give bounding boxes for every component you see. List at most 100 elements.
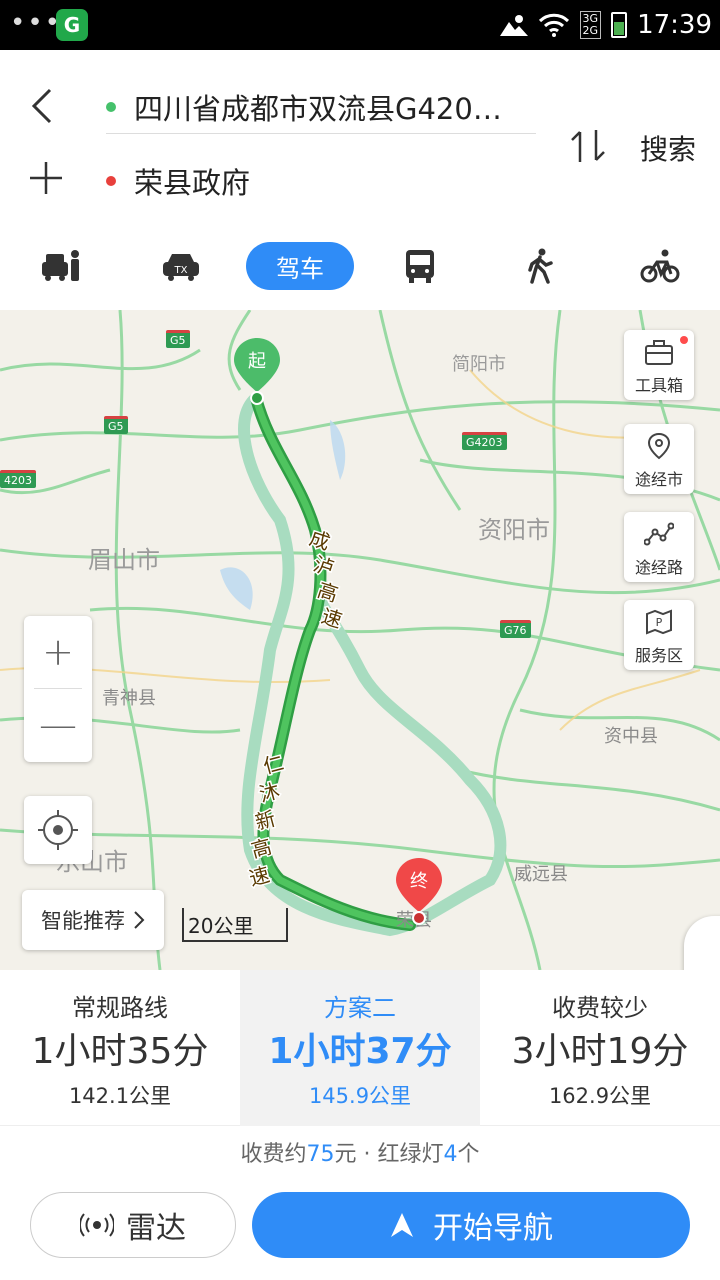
route-info: 收费约75元 · 红绿灯4个	[0, 1136, 720, 1176]
route-header: 四川省成都市双流县G420… 荣县政府 搜索 TX 驾车	[0, 50, 720, 310]
end-marker-label: 终	[410, 871, 428, 892]
via-city-button[interactable]: 途经市	[624, 424, 694, 494]
taxi-tab[interactable]: TX	[156, 236, 206, 296]
bike-tab[interactable]	[636, 236, 684, 296]
bus-tab[interactable]	[398, 236, 442, 296]
svg-text:速: 速	[247, 862, 273, 890]
route-options: 常规路线 1小时35分 142.1公里 方案二 1小时37分 145.9公里 收…	[0, 970, 720, 1126]
radar-button[interactable]: 雷达	[30, 1192, 236, 1258]
toolbox-button[interactable]: 工具箱	[624, 330, 694, 400]
taxi-share-icon	[42, 250, 79, 281]
clock: 17:39	[637, 10, 712, 40]
svg-text:成: 成	[307, 526, 333, 555]
app-icon: G	[56, 9, 88, 41]
chevron-right-icon	[134, 911, 145, 929]
svg-text:泸: 泸	[311, 552, 337, 581]
svg-text:高: 高	[315, 578, 341, 607]
svg-text:速: 速	[319, 604, 345, 630]
transport-mode-bar: TX 驾车	[0, 236, 720, 296]
route-path-icon	[643, 522, 675, 546]
wifi-icon	[538, 13, 569, 37]
toolbox-icon	[645, 340, 673, 365]
route-time: 1小时35分	[31, 1031, 209, 1072]
route-option-1[interactable]: 方案二 1小时37分 145.9公里	[240, 970, 480, 1126]
crosshair-icon	[38, 810, 78, 850]
end-marker-icon[interactable]: 终	[394, 856, 444, 928]
search-button[interactable]: 搜索	[640, 128, 696, 168]
highway-shield: G5	[104, 416, 128, 434]
zoom-out-button[interactable]: —	[24, 689, 92, 761]
toll-prefix: 收费约	[240, 1142, 307, 1167]
battery-icon	[611, 12, 628, 38]
highway-shield: G4203	[462, 432, 507, 450]
svg-text:TX: TX	[174, 265, 188, 276]
add-waypoint-button[interactable]	[28, 160, 68, 200]
via-road-button[interactable]: 途经路	[624, 512, 694, 582]
tool-label: 服务区	[634, 646, 683, 665]
smart-recommend-label: 智能推荐	[41, 909, 125, 933]
route-name: 方案二	[324, 994, 396, 1022]
status-bar: ••• G 3G 2G 17:39	[0, 0, 720, 50]
notification-dots: •••	[10, 8, 63, 38]
route-label-renmu: 仁 沐 新 高 速	[245, 750, 288, 890]
locate-button[interactable]	[24, 796, 92, 864]
tool-label: 途经路	[634, 558, 683, 577]
svg-text:沐: 沐	[257, 778, 283, 806]
svg-text:高: 高	[249, 834, 275, 862]
walk-tab[interactable]	[518, 236, 562, 296]
zoom-control: + —	[24, 616, 92, 762]
chevron-left-icon	[31, 88, 52, 124]
zoom-in-button[interactable]: +	[24, 616, 92, 688]
notification-dot	[680, 336, 688, 344]
svg-text:新: 新	[253, 806, 279, 834]
start-navigation-label: 开始导航	[433, 1211, 553, 1246]
tool-label: 途经市	[634, 470, 683, 489]
info-suffix: 个	[457, 1142, 480, 1167]
back-button[interactable]	[28, 86, 68, 126]
route-time: 1小时37分	[268, 1031, 452, 1072]
photo-icon	[499, 15, 528, 36]
map-scale: 20公里	[182, 908, 288, 942]
start-dot-icon	[106, 101, 116, 112]
service-area-icon: P	[646, 609, 672, 635]
start-marker-icon[interactable]: 起	[232, 336, 282, 406]
map-label: 资阳市	[478, 516, 550, 544]
swap-icon[interactable]	[566, 124, 610, 168]
service-area-button[interactable]: P 服务区	[624, 600, 694, 670]
toll-amount: 75	[306, 1142, 335, 1167]
route-option-2[interactable]: 收费较少 3小时19分 162.9公里	[480, 970, 720, 1126]
route-name: 常规路线	[72, 994, 168, 1022]
network-indicator: 3G 2G	[579, 11, 602, 39]
info-mid: 元 · 红绿灯	[334, 1142, 444, 1167]
route-distance: 162.9公里	[548, 1084, 652, 1108]
driving-tab[interactable]: 驾车	[246, 242, 354, 290]
map-label: 简阳市	[452, 354, 506, 375]
start-location-field[interactable]: 四川省成都市双流县G420…	[106, 80, 536, 134]
navigation-arrow-icon	[391, 1213, 413, 1237]
bike-icon	[640, 249, 680, 283]
route-name: 收费较少	[552, 994, 648, 1022]
map-label: 眉山市	[88, 546, 160, 574]
route-option-0[interactable]: 常规路线 1小时35分 142.1公里	[0, 970, 240, 1126]
map-label: 青神县	[102, 688, 156, 709]
taxi-share-tab[interactable]	[36, 236, 86, 296]
highway-shield: G5	[166, 330, 190, 348]
smart-recommend-button[interactable]: 智能推荐	[22, 890, 164, 950]
start-navigation-button[interactable]: 开始导航	[252, 1192, 690, 1258]
taxi-icon: TX	[163, 254, 199, 281]
traffic-light-count: 4	[443, 1142, 458, 1167]
end-location-field[interactable]: 荣县政府	[106, 154, 536, 208]
end-dot-icon	[106, 176, 116, 186]
start-marker-label: 起	[248, 351, 266, 372]
route-time: 3小时19分	[511, 1031, 689, 1072]
map-label: 资中县	[604, 726, 658, 747]
highway-shield: 4203	[0, 470, 36, 488]
start-location-text: 四川省成都市双流县G420…	[134, 91, 502, 126]
tool-label: 工具箱	[634, 376, 683, 395]
map-view[interactable]: 简阳市 资阳市 眉山市 青神县 资中县 威远县 乐山市 荣县 G5 G5 G42…	[0, 310, 720, 970]
location-pin-icon	[647, 432, 671, 460]
bus-icon	[406, 250, 434, 283]
svg-text:仁: 仁	[261, 750, 287, 778]
radar-label: 雷达	[126, 1211, 186, 1246]
route-distance: 142.1公里	[68, 1084, 172, 1108]
